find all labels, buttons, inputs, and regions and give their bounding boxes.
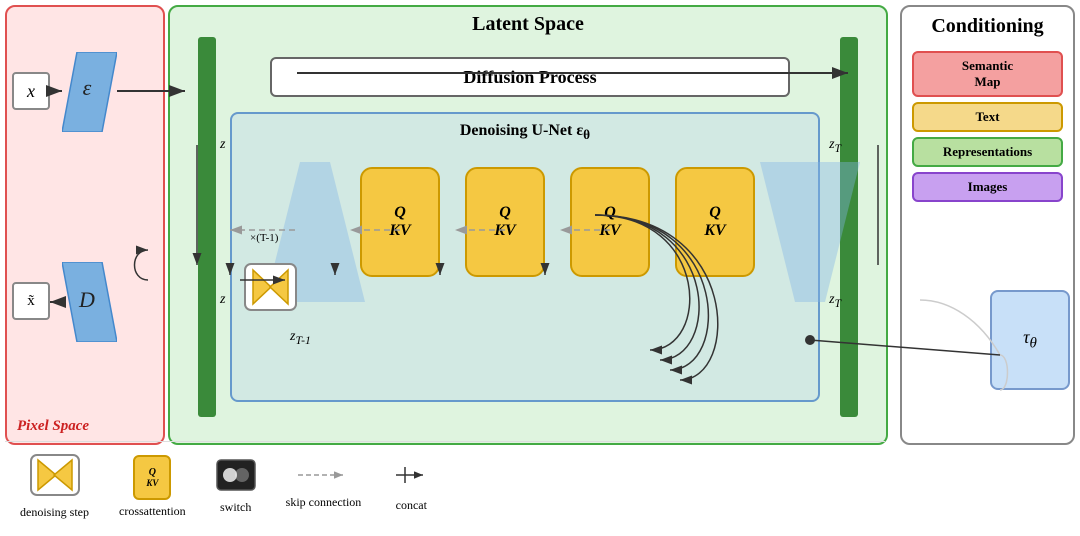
q-label-1: Q xyxy=(394,204,406,222)
skip-connection-label: skip connection xyxy=(286,495,362,510)
zt-label-1: zT xyxy=(829,137,841,155)
decoder-symbol: D xyxy=(79,287,95,313)
q-label-4: Q xyxy=(709,204,721,222)
x-label: x xyxy=(27,81,35,102)
cond-text: Text xyxy=(912,102,1063,132)
denoising-icon xyxy=(30,454,80,501)
legend-concat: concat xyxy=(391,461,431,513)
conditioning-title: Conditioning xyxy=(902,7,1073,46)
kv-label-4: KV xyxy=(704,222,725,240)
qkv-block-4: Q KV xyxy=(675,167,755,277)
concat-icon xyxy=(391,461,431,494)
qkv-block-1: Q KV xyxy=(360,167,440,277)
z-label-2: z xyxy=(220,292,225,308)
latent-space-box: Latent Space Diffusion Process Denoising… xyxy=(168,5,888,445)
x-tilde-label: x̃ xyxy=(27,293,35,310)
cond-semantic-map: SemanticMap xyxy=(912,51,1063,97)
q-label-2: Q xyxy=(499,204,511,222)
pixel-space-label: Pixel Space xyxy=(17,418,89,435)
kv-label-2: KV xyxy=(494,222,515,240)
decoder-label: D xyxy=(62,262,112,337)
kv-label-1: KV xyxy=(389,222,410,240)
encoder-label: ε xyxy=(62,50,112,125)
tau-theta-box: τθ xyxy=(990,290,1070,390)
denoising-step-unet xyxy=(243,262,298,312)
denoising-label: denoising step xyxy=(20,505,89,520)
zt1-label: zT-1 xyxy=(290,329,311,347)
latent-space-title: Latent Space xyxy=(472,13,584,36)
times-label: ×(T-1) xyxy=(250,232,278,244)
legend-area: denoising step Q KV crossattention switc… xyxy=(5,441,885,531)
diffusion-process-label: Diffusion Process xyxy=(463,67,596,88)
cond-representations: Representations xyxy=(912,137,1063,167)
x-tilde-box: x̃ xyxy=(12,282,50,320)
switch-label: switch xyxy=(220,500,251,515)
qkv-block-2: Q KV xyxy=(465,167,545,277)
encoder-symbol: ε xyxy=(83,75,92,101)
zt-label-2: zT xyxy=(829,292,841,310)
unet-title: Denoising U-Net εθ xyxy=(460,122,590,143)
z-label-1: z xyxy=(220,137,225,153)
skip-connection-icon xyxy=(293,464,353,491)
crossattention-icon: Q KV xyxy=(133,455,171,500)
kv-label-3: KV xyxy=(599,222,620,240)
legend-skip-connection: skip connection xyxy=(286,464,362,510)
switch-icon xyxy=(216,459,256,496)
x-input-box: x xyxy=(12,72,50,110)
cond-images: Images xyxy=(912,172,1063,202)
crossattention-label: crossattention xyxy=(119,504,186,519)
legend-denoising: denoising step xyxy=(20,454,89,520)
diffusion-process-box: Diffusion Process xyxy=(270,57,790,97)
green-bar-left xyxy=(198,37,216,417)
legend-switch: switch xyxy=(216,459,256,515)
legend-crossattention: Q KV crossattention xyxy=(119,455,186,519)
qkv-block-3: Q KV xyxy=(570,167,650,277)
concat-label: concat xyxy=(396,498,427,513)
q-label-3: Q xyxy=(604,204,616,222)
tau-theta-label: τθ xyxy=(1023,327,1037,353)
